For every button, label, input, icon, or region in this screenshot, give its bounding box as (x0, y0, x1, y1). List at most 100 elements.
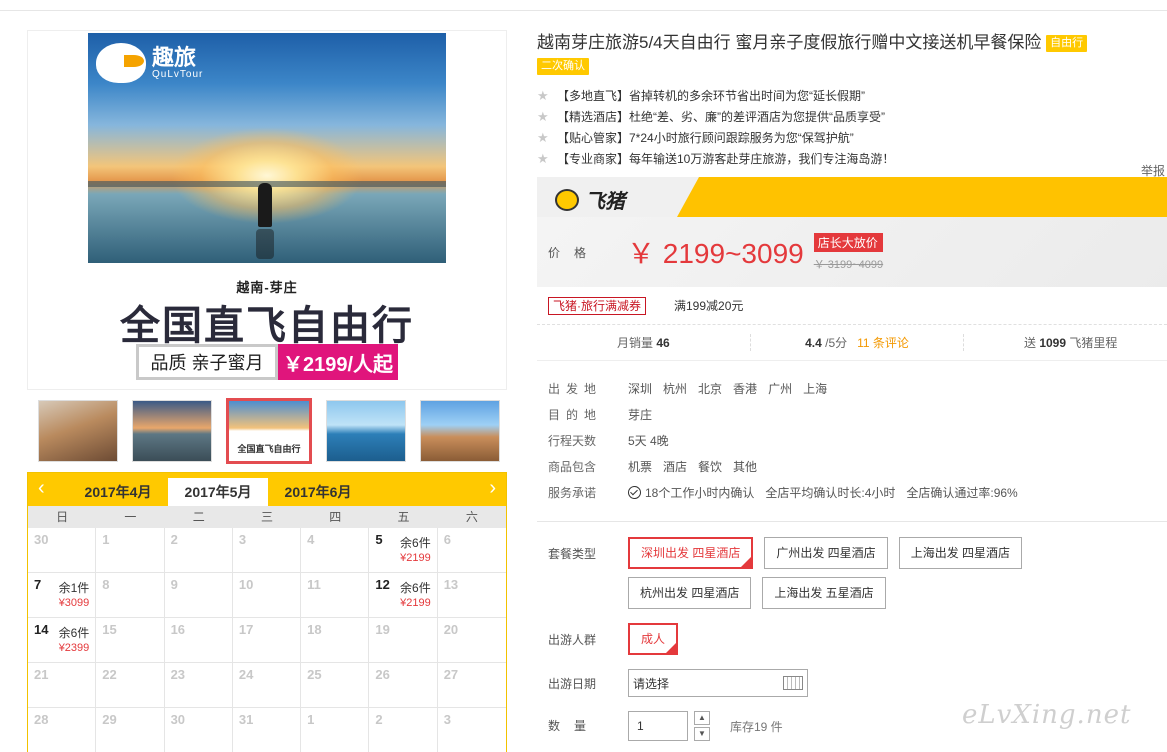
day-number: 23 (170, 667, 186, 682)
day-number: 13 (443, 577, 459, 592)
package-option-shenzhen-4star[interactable]: 深圳出发 四星酒店 (628, 537, 754, 569)
depart-city: 深圳 (628, 381, 653, 396)
days-values: 5天 4晚 (628, 432, 669, 449)
calendar-day[interactable]: 14 余6件 ¥2399 (28, 618, 97, 663)
calendar-grid: 30 1 2 3 4 5 余6件 ¥2199 6 7 余1件 ¥3099 8 9 10 11 12 余6件 ¥219… (28, 528, 506, 752)
rating: 4.4 /5分 11 条评论 (751, 334, 965, 351)
thumbnail-3[interactable]: 全国直飞自由行 (226, 398, 312, 464)
surfer-silhouette (258, 183, 272, 227)
day-number: 25 (307, 667, 322, 682)
coupon-tag[interactable]: 飞猪·旅行满减券 (548, 296, 646, 315)
calendar-day: 16 (164, 618, 233, 663)
thumbnail-4[interactable] (326, 400, 406, 462)
reviews-link[interactable]: 11 条评论 (857, 336, 909, 350)
month-tab-jun[interactable]: 2017年6月 (268, 478, 368, 506)
calendar-day: 19 (369, 618, 438, 663)
day-stock: 余6件 (400, 536, 431, 550)
day-number: 26 (375, 667, 390, 682)
sales-label: 月销量 (616, 336, 653, 350)
calendar-day: 26 (369, 663, 438, 708)
miles-suffix: 飞猪里程 (1069, 336, 1118, 350)
stock-text: 库存19 件 (730, 719, 783, 734)
month-tab-may[interactable]: 2017年5月 (168, 478, 268, 506)
calendar-day: 13 (437, 573, 506, 618)
package-option-hangzhou-4star[interactable]: 杭州出发 四星酒店 (628, 577, 752, 609)
promo-title: 全国直飞自由行 (120, 304, 414, 348)
promise-text: 全店平均确认时长:4小时 (765, 485, 896, 500)
month-tab-apr[interactable]: 2017年4月 (68, 478, 168, 506)
thumbnail-strip: 全国直飞自由行 (27, 390, 507, 470)
site-watermark: eLvXing.net (962, 700, 1132, 730)
quantity-stepper: ▲ ▼ (694, 711, 710, 741)
travel-date-input[interactable]: 请选择 (628, 669, 808, 697)
day-price: ¥2199 (400, 597, 431, 609)
day-number: 18 (307, 622, 322, 637)
include-item: 餐饮 (698, 459, 723, 474)
includes-row: 商品包含 机票 酒店 餐饮 其他 (548, 453, 1167, 479)
package-option-guangzhou-4star[interactable]: 广州出发 四星酒店 (764, 537, 888, 569)
calendar-day: 2 (164, 528, 233, 573)
calendar-icon[interactable] (783, 676, 803, 690)
coupon-row: 飞猪·旅行满减券 满199减20元 (537, 287, 1167, 325)
calendar-day: 21 (28, 663, 97, 708)
chevron-right-icon[interactable]: › (489, 477, 496, 500)
stats-row: 月销量 46 4.4 /5分 11 条评论 送 1099 飞猪里程 (537, 325, 1167, 361)
package-options: 深圳出发 四星酒店 广州出发 四星酒店 上海出发 四星酒店 杭州出发 四星酒店 … (628, 537, 1058, 609)
thumbnail-1[interactable] (38, 400, 118, 462)
calendar-day: 3 (438, 708, 506, 752)
product-title: 越南芽庄旅游5/4天自由行 蜜月亲子度假旅行赠中文接送机早餐保险 自由行 (537, 30, 1167, 56)
star-icon: ★ (537, 129, 549, 145)
calendar-day: 25 (301, 663, 370, 708)
day-number: 2 (170, 532, 178, 547)
depart-city: 北京 (698, 381, 723, 396)
package-option-shanghai-5star[interactable]: 上海出发 五星酒店 (762, 577, 886, 609)
calendar-day[interactable]: 5 余6件 ¥2199 (369, 528, 438, 573)
day-number: 17 (238, 622, 254, 637)
miles: 送 1099 飞猪里程 (964, 334, 1167, 351)
rating-suffix: /5分 (825, 336, 848, 350)
weekday-label: 四 (329, 510, 342, 524)
group-option-adult[interactable]: 成人 (628, 623, 679, 655)
package-option-shanghai-4star[interactable]: 上海出发 四星酒店 (898, 537, 1023, 569)
chevron-left-icon[interactable]: ‹ (38, 477, 45, 500)
promise-text: 全店确认通过率:96% (906, 485, 1018, 500)
depart-row: 出发地 深圳 杭州 北京 香港 广州 上海 (548, 375, 1167, 401)
day-number: 31 (238, 712, 254, 727)
original-price: ￥ 3199~4099 (813, 258, 884, 271)
day-number: 16 (170, 622, 186, 637)
calendar-day: 10 (232, 573, 302, 618)
gallery-column: 趣旅 QuLvTour 越南-芽庄 全国直飞自由行 品质 亲子蜜月 ￥2199/… (27, 30, 507, 752)
miles-prefix: 送 (1023, 336, 1036, 350)
second-confirm-badge: 二次确认 (537, 58, 589, 75)
decrement-icon[interactable]: ▼ (694, 727, 710, 741)
calendar-day: 20 (437, 618, 506, 663)
quantity-input[interactable]: 1 (628, 711, 688, 741)
thumbnail-2[interactable] (132, 400, 212, 462)
calendar-day: 18 (301, 618, 370, 663)
day-number: 15 (102, 622, 117, 637)
group-label: 出游人群 (548, 633, 597, 647)
calendar-day: 2 (369, 708, 438, 752)
day-number: 4 (307, 532, 315, 547)
depart-values: 深圳 杭州 北京 香港 广州 上海 (628, 380, 827, 397)
day-number: 9 (170, 577, 178, 592)
weekday-label: 五 (397, 510, 410, 524)
logo-text: 趣旅 (152, 44, 197, 70)
promo-tag: 品质 亲子蜜月 (136, 344, 278, 380)
calendar-day[interactable]: 12 余6件 ¥2199 (369, 573, 438, 618)
price-area: 价格 ￥ 2199~3099 店长大放价 ￥ 3199~4099 (537, 217, 1167, 287)
calendar-day[interactable]: 7 余1件 ¥3099 (28, 573, 97, 618)
include-item: 酒店 (663, 459, 688, 474)
main-product-image[interactable]: 趣旅 QuLvTour 越南-芽庄 全国直飞自由行 品质 亲子蜜月 ￥2199/… (27, 30, 507, 390)
group-options: 成人 (628, 623, 1058, 655)
calendar-day: 17 (232, 618, 302, 663)
day-number: 1 (102, 532, 110, 547)
increment-icon[interactable]: ▲ (694, 711, 710, 725)
include-item: 机票 (628, 459, 653, 474)
sales-value: 46 (656, 336, 670, 350)
beach-sunset-photo: 趣旅 QuLvTour (88, 33, 446, 263)
promise-text: 18个工作小时内确认 (645, 485, 755, 500)
surfer-reflection (256, 229, 274, 259)
thumbnail-5[interactable] (420, 400, 500, 462)
availability-calendar: ‹ 2017年4月 2017年5月 2017年6月 › 日一二三四五六 30 1 2… (27, 472, 507, 752)
